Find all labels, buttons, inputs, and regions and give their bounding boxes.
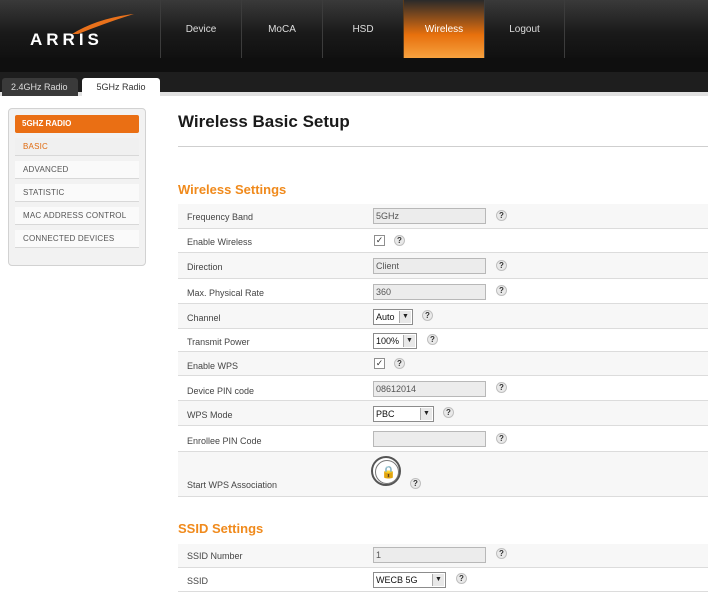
- chevron-down-icon[interactable]: ▼: [420, 408, 432, 420]
- device-pin-field: 08612014: [373, 381, 486, 397]
- frequency-band-label: Frequency Band: [187, 212, 254, 222]
- ssid-label: SSID: [187, 576, 209, 586]
- device-pin-label: Device PIN code: [187, 386, 255, 396]
- nav-wireless[interactable]: Wireless: [403, 0, 484, 58]
- wps-mode-label: WPS Mode: [187, 410, 233, 420]
- enable-wireless-label: Enable Wireless: [187, 237, 253, 247]
- row-max-physical-rate: Max. Physical Rate 360 ?: [178, 279, 708, 304]
- help-icon[interactable]: ?: [394, 235, 405, 246]
- title-divider: [178, 146, 708, 147]
- chevron-down-icon[interactable]: ▼: [399, 311, 411, 323]
- chevron-down-icon[interactable]: ▼: [432, 574, 444, 586]
- row-start-wps: Start WPS Association 🔒 ?: [178, 452, 708, 497]
- arris-logo[interactable]: ARRIS: [30, 14, 134, 50]
- help-icon[interactable]: ?: [422, 310, 433, 321]
- row-ssid: SSID WECB 5G ▼ ?: [178, 568, 708, 592]
- direction-label: Direction: [187, 262, 223, 272]
- frequency-band-field: 5GHz: [373, 208, 486, 224]
- enable-wps-label: Enable WPS: [187, 361, 239, 371]
- row-device-pin: Device PIN code 08612014 ?: [178, 376, 708, 401]
- row-enrollee-pin: Enrollee PIN Code ?: [178, 426, 708, 452]
- help-icon[interactable]: ?: [496, 548, 507, 559]
- max-rate-label: Max. Physical Rate: [187, 288, 265, 298]
- ssid-settings-title: SSID Settings: [178, 521, 264, 536]
- transmit-power-select[interactable]: 100% ▼: [373, 333, 417, 349]
- nav-bottom-strip: [0, 58, 708, 72]
- tab-24ghz-radio[interactable]: 2.4GHz Radio: [2, 78, 78, 96]
- radio-tab-bar: 2.4GHz Radio 5GHz Radio: [0, 72, 708, 96]
- row-enable-wps: Enable WPS ✓ ?: [178, 352, 708, 376]
- row-ssid-number: SSID Number 1 ?: [178, 544, 708, 568]
- wps-mode-select[interactable]: PBC ▼: [373, 406, 434, 422]
- wireless-settings-title: Wireless Settings: [178, 182, 287, 197]
- max-rate-field: 360: [373, 284, 486, 300]
- transmit-power-value: 100%: [376, 336, 400, 346]
- row-frequency-band: Frequency Band 5GHz ?: [178, 204, 708, 229]
- ssid-number-field: 1: [373, 547, 486, 563]
- help-icon[interactable]: ?: [496, 433, 507, 444]
- ssid-number-label: SSID Number: [187, 551, 243, 561]
- row-wps-mode: WPS Mode PBC ▼ ?: [178, 401, 708, 426]
- channel-value: Auto: [376, 312, 395, 322]
- sidebar-heading: 5GHZ RADIO: [15, 115, 139, 133]
- help-icon[interactable]: ?: [427, 334, 438, 345]
- transmit-power-label: Transmit Power: [187, 337, 250, 347]
- row-direction: Direction Client ?: [178, 253, 708, 279]
- channel-label: Channel: [187, 313, 221, 323]
- help-icon[interactable]: ?: [496, 285, 507, 296]
- wps-mode-value: PBC: [376, 409, 395, 419]
- nav-logout[interactable]: Logout: [484, 0, 565, 58]
- enable-wireless-checkbox[interactable]: ✓: [374, 235, 385, 246]
- ssid-value: WECB 5G: [376, 575, 418, 585]
- help-icon[interactable]: ?: [496, 210, 507, 221]
- help-icon[interactable]: ?: [496, 260, 507, 271]
- logo-swoosh-icon: [72, 14, 134, 34]
- row-channel: Channel Auto ▼ ?: [178, 304, 708, 329]
- direction-field: Client: [373, 258, 486, 274]
- help-icon[interactable]: ?: [394, 358, 405, 369]
- tab-5ghz-radio[interactable]: 5GHz Radio: [82, 78, 160, 96]
- nav-hsd[interactable]: HSD: [322, 0, 403, 58]
- enrollee-pin-label: Enrollee PIN Code: [187, 436, 262, 446]
- start-wps-label: Start WPS Association: [187, 480, 278, 490]
- sidebar-item-basic[interactable]: BASIC: [15, 138, 139, 156]
- channel-select[interactable]: Auto ▼: [373, 309, 413, 325]
- enrollee-pin-input[interactable]: [373, 431, 486, 447]
- sidebar-item-mac-address-control[interactable]: MAC ADDRESS CONTROL: [15, 207, 139, 225]
- top-header: ARRIS Device MoCA HSD Wireless Logout: [0, 0, 708, 72]
- wps-start-button[interactable]: 🔒: [371, 456, 401, 486]
- nav-moca[interactable]: MoCA: [241, 0, 322, 58]
- chevron-down-icon[interactable]: ▼: [403, 335, 415, 347]
- help-icon[interactable]: ?: [496, 382, 507, 393]
- sidebar-item-connected-devices[interactable]: CONNECTED DEVICES: [15, 230, 139, 248]
- help-icon[interactable]: ?: [443, 407, 454, 418]
- sidebar-item-advanced[interactable]: ADVANCED: [15, 161, 139, 179]
- row-transmit-power: Transmit Power 100% ▼ ?: [178, 329, 708, 352]
- help-icon[interactable]: ?: [410, 478, 421, 489]
- sidebar-item-statistic[interactable]: STATISTIC: [15, 184, 139, 202]
- enable-wps-checkbox[interactable]: ✓: [374, 358, 385, 369]
- row-enable-wireless: Enable Wireless ✓ ?: [178, 229, 708, 253]
- lock-icon: 🔒: [381, 465, 396, 479]
- ssid-select[interactable]: WECB 5G ▼: [373, 572, 446, 588]
- nav-device[interactable]: Device: [160, 0, 241, 58]
- help-icon[interactable]: ?: [456, 573, 467, 584]
- page-title: Wireless Basic Setup: [178, 112, 350, 131]
- sidebar: 5GHZ RADIO BASIC ADVANCED STATISTIC MAC …: [8, 108, 146, 266]
